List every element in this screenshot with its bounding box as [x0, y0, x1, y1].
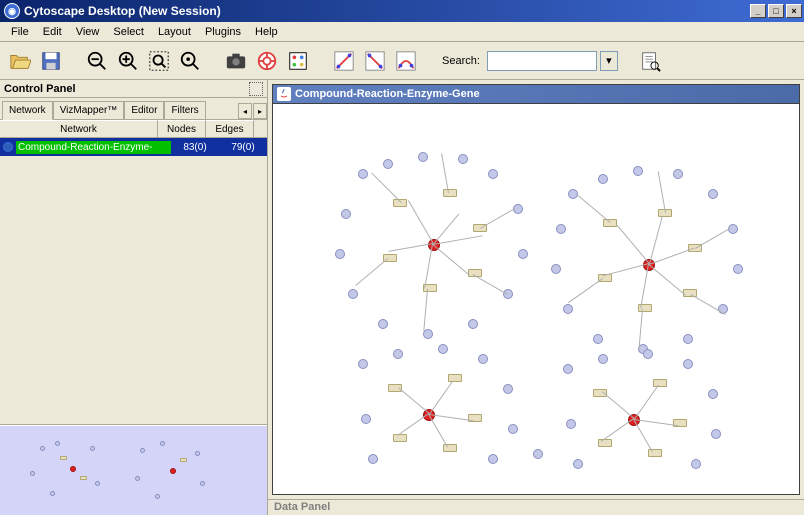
- menu-plugins[interactable]: Plugins: [198, 24, 248, 40]
- java-icon: [277, 87, 291, 101]
- network-status-icon: [3, 142, 13, 152]
- network-canvas[interactable]: [272, 104, 800, 495]
- tab-scroll-left-icon[interactable]: ◂: [238, 103, 252, 119]
- vizmap-icon-1[interactable]: [330, 47, 358, 75]
- menu-file[interactable]: File: [4, 24, 36, 40]
- zoom-selected-icon[interactable]: [176, 47, 204, 75]
- tab-editor[interactable]: Editor: [124, 101, 164, 119]
- network-row-name: Compound-Reaction-Enzyme-: [16, 141, 171, 154]
- menu-view[interactable]: View: [69, 24, 107, 40]
- float-panel-icon[interactable]: [249, 82, 263, 96]
- preferences-icon[interactable]: [284, 47, 312, 75]
- zoom-out-icon[interactable]: [83, 47, 111, 75]
- tab-filters[interactable]: Filters: [164, 101, 205, 119]
- menu-help[interactable]: Help: [248, 24, 285, 40]
- app-icon: ◉: [4, 3, 20, 19]
- tab-vizmapper[interactable]: VizMapper™: [53, 101, 125, 119]
- main-area: Compound-Reaction-Enzyme-Gene: [268, 80, 804, 515]
- tab-network[interactable]: Network: [2, 101, 53, 120]
- window-titlebar: ◉ Cytoscape Desktop (New Session) _ □ ×: [0, 0, 804, 22]
- toolbar: Search: ▾: [0, 42, 804, 80]
- search-dropdown-button[interactable]: ▾: [600, 51, 618, 71]
- tab-scroll-right-icon[interactable]: ▸: [253, 103, 267, 119]
- control-panel-header: Control Panel: [0, 80, 267, 98]
- vizmap-icon-3[interactable]: [392, 47, 420, 75]
- close-button[interactable]: ×: [786, 4, 802, 18]
- canvas-titlebar[interactable]: Compound-Reaction-Enzyme-Gene: [272, 84, 800, 104]
- help-icon[interactable]: [253, 47, 281, 75]
- menu-edit[interactable]: Edit: [36, 24, 69, 40]
- col-header-network[interactable]: Network: [0, 120, 158, 137]
- network-preview[interactable]: [0, 425, 267, 515]
- control-panel-title: Control Panel: [4, 83, 76, 95]
- col-header-nodes[interactable]: Nodes: [158, 120, 206, 137]
- network-row-nodes: 83(0): [171, 142, 219, 153]
- data-panel-header[interactable]: Data Panel: [268, 499, 804, 515]
- network-table-header: Network Nodes Edges: [0, 120, 267, 138]
- maximize-button[interactable]: □: [768, 4, 784, 18]
- data-panel-title: Data Panel: [274, 501, 330, 513]
- save-icon[interactable]: [37, 47, 65, 75]
- menu-layout[interactable]: Layout: [151, 24, 198, 40]
- network-list-area: [0, 156, 267, 425]
- zoom-fit-icon[interactable]: [145, 47, 173, 75]
- vizmap-icon-2[interactable]: [361, 47, 389, 75]
- network-row[interactable]: Compound-Reaction-Enzyme- 83(0) 79(0): [0, 138, 267, 156]
- zoom-in-icon[interactable]: [114, 47, 142, 75]
- canvas-title: Compound-Reaction-Enzyme-Gene: [295, 88, 480, 100]
- snapshot-icon[interactable]: [222, 47, 250, 75]
- window-title: Cytoscape Desktop (New Session): [24, 4, 221, 18]
- control-panel-tabs: Network VizMapper™ Editor Filters ◂ ▸: [0, 98, 267, 120]
- col-header-edges[interactable]: Edges: [206, 120, 254, 137]
- control-panel: Control Panel Network VizMapper™ Editor …: [0, 80, 268, 515]
- menu-select[interactable]: Select: [106, 24, 151, 40]
- search-input[interactable]: [487, 51, 597, 71]
- minimize-button[interactable]: _: [750, 4, 766, 18]
- search-config-icon[interactable]: [636, 47, 664, 75]
- search-label: Search:: [442, 55, 480, 67]
- network-row-edges: 79(0): [219, 142, 267, 153]
- open-icon[interactable]: [6, 47, 34, 75]
- menu-bar: File Edit View Select Layout Plugins Hel…: [0, 22, 804, 42]
